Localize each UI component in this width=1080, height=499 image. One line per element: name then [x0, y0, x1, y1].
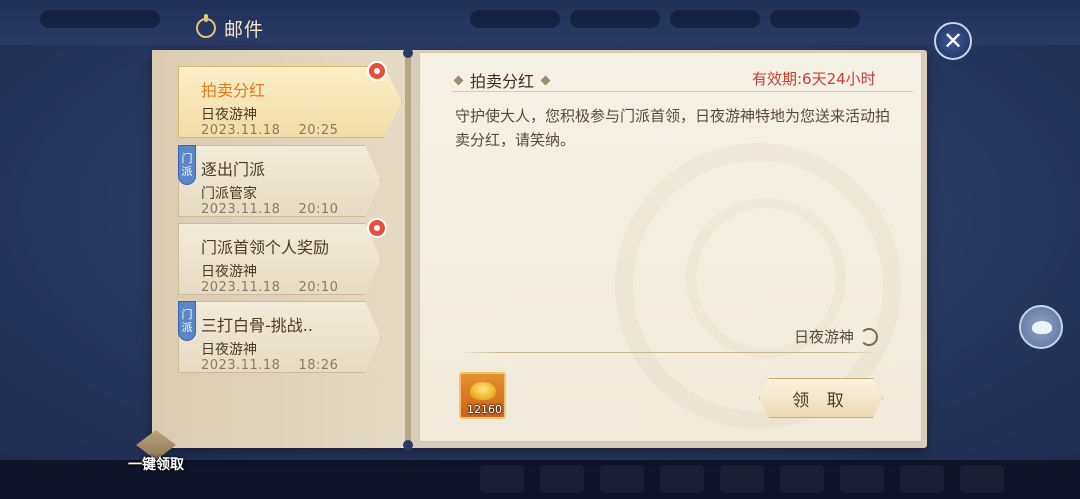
mail-item[interactable]: 逐出门派 门派管家 2023.11.18 20:10 — [178, 145, 381, 217]
mail-sender: 日夜游神 — [201, 342, 257, 358]
diamond-icon — [453, 75, 464, 85]
bottom-slot — [960, 465, 1004, 493]
mail-item[interactable]: 门派首领个人奖励 日夜游神 2023.11.18 20:10 — [178, 223, 381, 295]
bottom-slot — [900, 465, 944, 493]
spine-dot — [403, 440, 413, 450]
seal-icon — [860, 327, 879, 346]
bottom-slot — [660, 465, 704, 493]
hud-segment — [670, 10, 760, 28]
mail-title: 逐出门派 — [201, 160, 266, 179]
rabbit-icon[interactable] — [1019, 305, 1063, 349]
close-button[interactable]: ✕ — [934, 22, 972, 60]
mail-item[interactable]: 三打白骨-挑战.. 日夜游神 2023.11.18 18:26 — [178, 301, 381, 373]
mail-date: 2023.11.18 — [201, 123, 281, 138]
clan-tag-badge: 门派 — [178, 301, 196, 341]
bottom-slot — [780, 465, 824, 493]
unread-badge-icon — [367, 61, 387, 81]
close-icon: ✕ — [942, 27, 964, 55]
hud-segment — [470, 10, 560, 28]
mail-sender: 日夜游神 — [201, 264, 257, 280]
bottom-slot — [480, 465, 524, 493]
reward-item[interactable]: 12160 — [459, 372, 506, 419]
window-title-area: 邮件 — [196, 14, 264, 42]
panel-spine — [405, 50, 411, 448]
diamond-icon — [540, 75, 551, 85]
bottom-slot — [840, 465, 884, 493]
divider — [458, 352, 882, 353]
hud-segment — [770, 10, 860, 28]
signature-text: 日夜游神 — [794, 328, 855, 346]
mail-title: 拍卖分红 — [201, 81, 266, 100]
signature-row: 日夜游神 — [794, 326, 879, 347]
mail-datetime: 2023.11.18 20:25 — [201, 123, 338, 138]
mail-sender: 门派管家 — [201, 186, 257, 202]
mail-datetime: 2023.11.18 20:10 — [201, 280, 338, 295]
mail-time: 20:10 — [298, 280, 339, 295]
mail-date: 2023.11.18 — [201, 358, 281, 373]
mail-title: 三打白骨-挑战.. — [201, 316, 313, 335]
window-title: 邮件 — [224, 18, 265, 41]
clan-tag-badge: 门派 — [178, 145, 196, 185]
claim-all-button[interactable]: 一键领取 — [120, 430, 192, 474]
claim-button[interactable]: 领 取 — [759, 378, 883, 418]
mail-datetime: 2023.11.18 18:26 — [201, 358, 338, 373]
mail-date: 2023.11.18 — [201, 280, 281, 295]
gold-ingot-icon — [470, 382, 496, 400]
detail-title: 拍卖分红 — [470, 72, 535, 91]
bottom-slot — [720, 465, 764, 493]
detail-title-row: 拍卖分红 — [453, 68, 551, 92]
bottom-slot — [600, 465, 644, 493]
top-hud-bar — [0, 0, 1080, 45]
claim-all-label: 一键领取 — [128, 457, 184, 473]
mail-sender: 日夜游神 — [201, 107, 257, 123]
claim-button-label: 领 取 — [792, 390, 850, 411]
mail-body-text: 守护使大人，您积极参与门派首领，日夜游神特地为您送来活动拍卖分红，请笑纳。 — [455, 107, 891, 149]
spine-dot — [403, 48, 413, 58]
expiry-label: 有效期:6天24小时 — [752, 70, 876, 88]
reward-count: 12160 — [467, 403, 502, 416]
hud-segment — [40, 10, 160, 28]
unread-badge-icon — [367, 218, 387, 238]
mail-time: 20:25 — [298, 123, 339, 138]
hud-segment — [570, 10, 660, 28]
mail-time: 20:10 — [298, 202, 339, 217]
mail-title: 门派首领个人奖励 — [201, 238, 330, 257]
mail-icon — [196, 14, 216, 38]
bottom-slot — [540, 465, 584, 493]
mail-time: 18:26 — [298, 358, 339, 373]
mail-datetime: 2023.11.18 20:10 — [201, 202, 338, 217]
mail-date: 2023.11.18 — [201, 202, 281, 217]
